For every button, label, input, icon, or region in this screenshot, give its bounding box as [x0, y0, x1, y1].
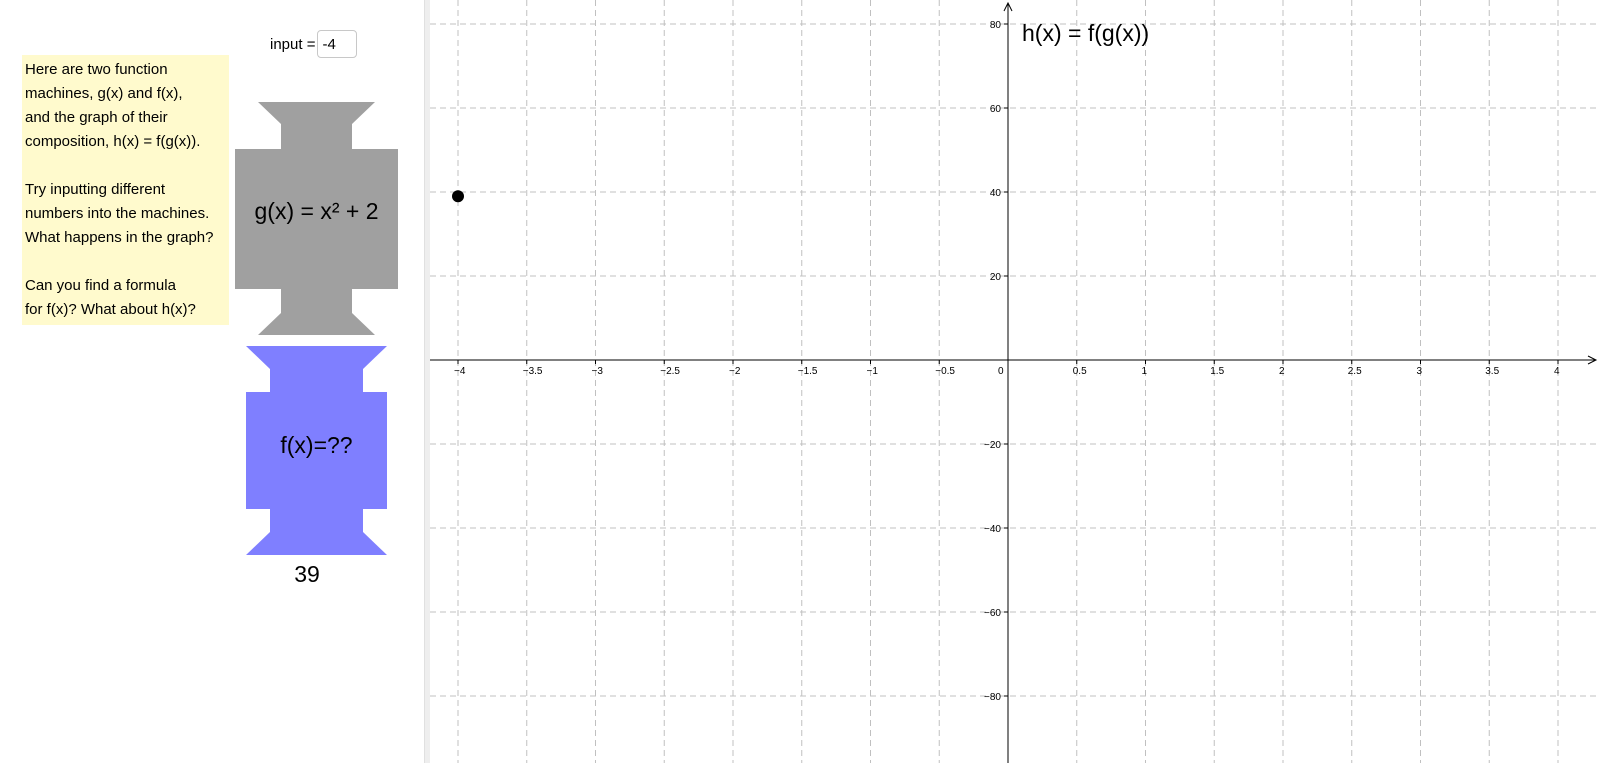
- y-tick-label: 60: [990, 104, 1002, 115]
- y-tick-label: 20: [990, 272, 1002, 283]
- instructions-line: Try inputting different: [25, 181, 166, 198]
- x-tick-label: −3: [592, 366, 604, 377]
- instructions-paragraph-2: Try inputting different numbers into the…: [25, 178, 229, 250]
- x-tick-label: −0.5: [935, 366, 955, 377]
- x-tick-label: 2: [1279, 366, 1285, 377]
- y-tick-label: −80: [984, 692, 1001, 703]
- g-function-machine[interactable]: g(x) = x² + 2: [235, 102, 398, 335]
- instructions-line: What happens in the graph?: [25, 229, 214, 246]
- input-label: input =: [270, 35, 316, 53]
- x-tick-label: −3.5: [523, 366, 543, 377]
- x-tick-label: −2.5: [660, 366, 680, 377]
- data-point: [452, 190, 464, 203]
- instructions-line: Can you find a formula: [25, 277, 176, 294]
- instructions-line: composition, h(x) = f(g(x)).: [25, 133, 201, 150]
- instructions-line: and the graph of their: [25, 109, 168, 126]
- left-panel: input = Here are two function machines, …: [0, 0, 424, 763]
- x-tick-label: 1: [1142, 366, 1148, 377]
- y-tick-label: 40: [990, 188, 1002, 199]
- instructions-paragraph-1: Here are two function machines, g(x) and…: [25, 58, 229, 154]
- x-tick-label: −2: [729, 366, 741, 377]
- axes: [430, 1, 1598, 763]
- x-tick-label: 3.5: [1485, 366, 1499, 377]
- instructions-line: for f(x)? What about h(x)?: [25, 301, 196, 318]
- instructions-box: Here are two function machines, g(x) and…: [22, 55, 229, 325]
- y-tick-label: 80: [990, 20, 1002, 31]
- x-tick-label: 3: [1417, 366, 1423, 377]
- f-machine-label: f(x)=??: [280, 432, 353, 458]
- y-tick-label: −60: [984, 608, 1001, 619]
- output-value: 39: [294, 561, 320, 587]
- graphics-view[interactable]: −4 −3.5 −3 −2.5 −2 −1.5 −1 −0.5 0 0.5 1 1.5 2 2.5 3 3.5…: [430, 0, 1600, 763]
- x-tick-label: 0: [998, 366, 1004, 377]
- y-tick-label: −20: [984, 440, 1001, 451]
- g-machine-label: g(x) = x² + 2: [254, 198, 379, 224]
- grid-lines: [430, 0, 1600, 763]
- x-tick-label: 2.5: [1348, 366, 1362, 377]
- input-row: input =: [270, 29, 358, 59]
- instructions-line: Here are two function: [25, 61, 168, 78]
- x-tick-label: −1: [867, 366, 879, 377]
- f-function-machine[interactable]: f(x)=??: [246, 346, 387, 555]
- x-tick-label: −1.5: [798, 366, 818, 377]
- x-tick-label: −4: [454, 366, 466, 377]
- instructions-line: numbers into the machines.: [25, 205, 210, 222]
- x-tick-label: 4: [1554, 366, 1560, 377]
- graph-title: h(x) = f(g(x)): [1022, 20, 1150, 46]
- instructions-paragraph-3: Can you find a formula for f(x)? What ab…: [25, 274, 229, 322]
- data-points: [452, 190, 464, 203]
- y-tick-label: −40: [984, 524, 1001, 535]
- input-field[interactable]: [317, 30, 358, 58]
- graph-canvas[interactable]: −4 −3.5 −3 −2.5 −2 −1.5 −1 −0.5 0 0.5 1 1.5 2 2.5 3 3.5…: [430, 0, 1600, 763]
- x-tick-label: 0.5: [1073, 366, 1087, 377]
- instructions-line: machines, g(x) and f(x),: [25, 85, 183, 102]
- x-tick-label: 1.5: [1210, 366, 1224, 377]
- tick-labels: −4 −3.5 −3 −2.5 −2 −1.5 −1 −0.5 0 0.5 1 1.5 2 2.5 3 3.5…: [454, 20, 1560, 703]
